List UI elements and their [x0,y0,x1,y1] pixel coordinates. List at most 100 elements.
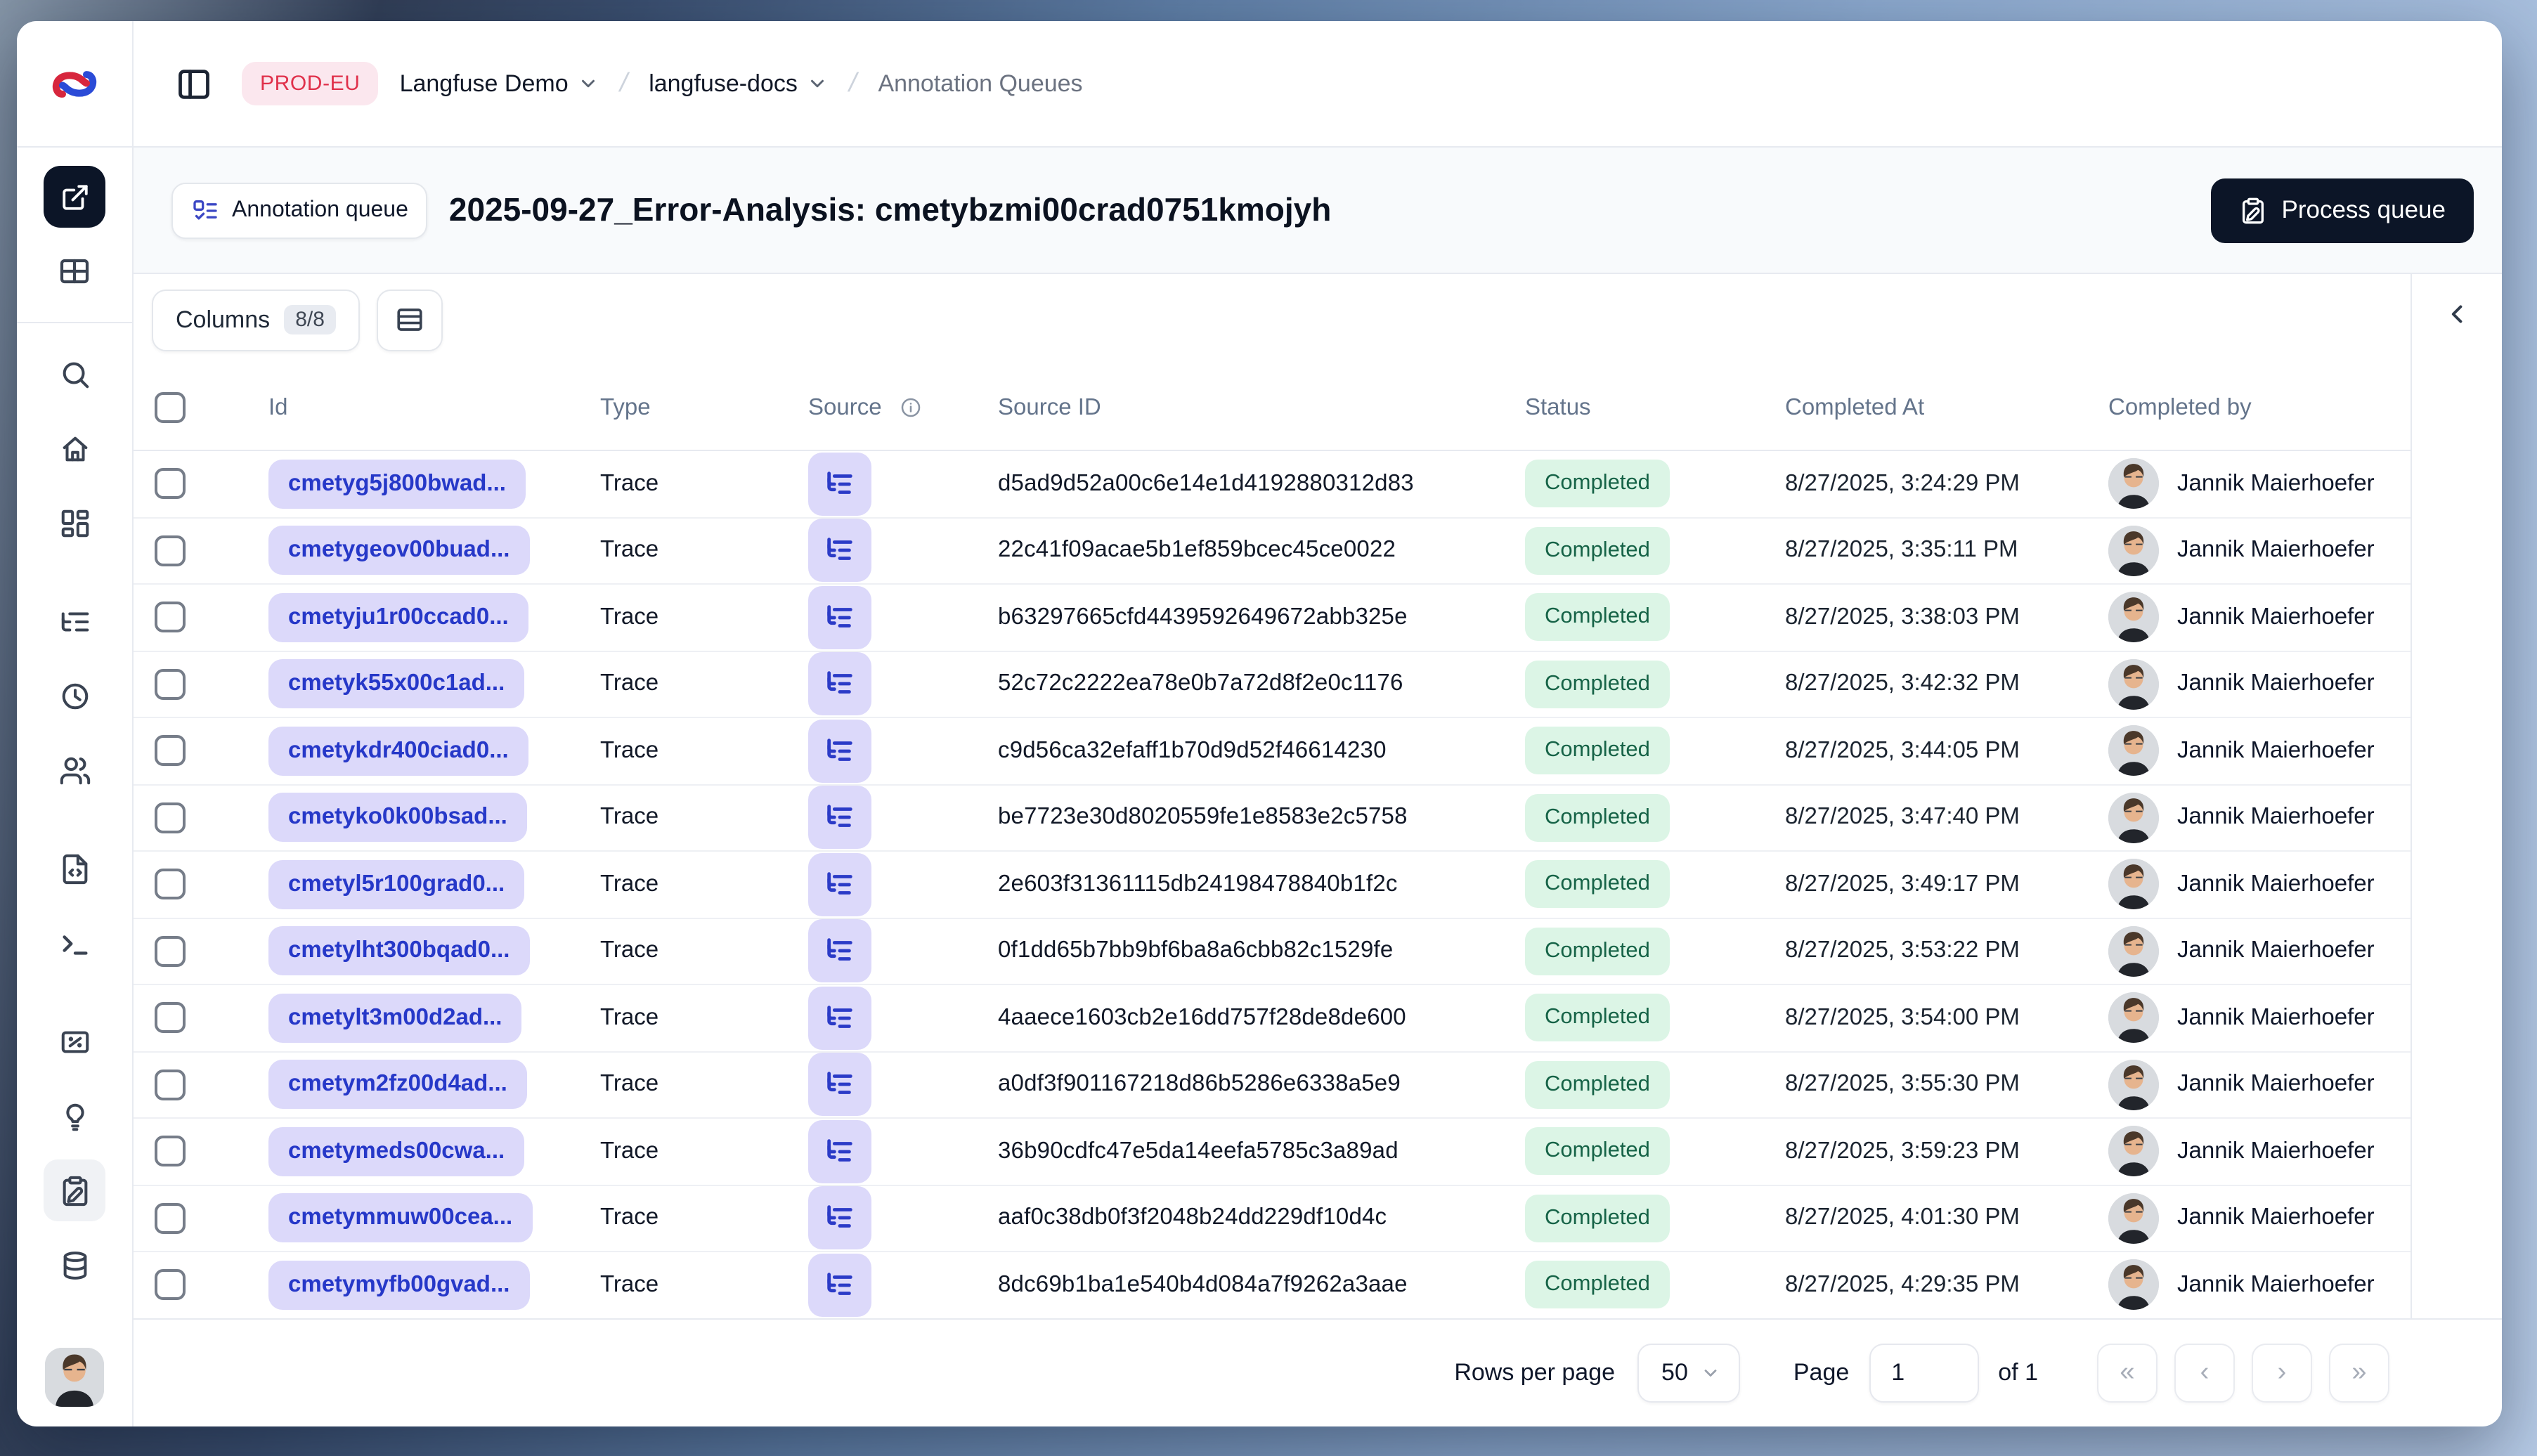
table-row[interactable]: cmetyju1r00ccad0... Trace b63297665cfd44… [134,585,2411,651]
sidebar-item-insights[interactable] [44,1085,105,1147]
trace-tree-icon[interactable] [808,452,871,516]
column-header-type[interactable]: Type [600,394,808,421]
table-row[interactable]: cmetyko0k00bsad... Trace be7723e30d80205… [134,785,2411,852]
collapse-panel-button[interactable] [2442,299,2472,329]
sidebar-item-annotation-queues[interactable] [44,1159,105,1221]
table-row[interactable]: cmetygeov00buad... Trace 22c41f09acae5b1… [134,518,2411,585]
table-row[interactable]: cmetymyfb00gvad... Trace 8dc69b1ba1e540b… [134,1252,2411,1318]
sidebar-item-tables[interactable] [44,240,105,302]
trace-tree-icon[interactable] [808,1119,871,1183]
column-header-source[interactable]: Source [808,394,998,421]
item-id-link[interactable]: cmetyl5r100grad0... [268,859,525,909]
row-height-button[interactable] [376,289,443,351]
sidebar-item-dashboards[interactable] [44,492,105,554]
table-row[interactable]: cmetyg5j800bwad... Trace d5ad9d52a00c6e1… [134,451,2411,518]
item-id-link[interactable]: cmetymyfb00gvad... [268,1260,530,1310]
item-id-link[interactable]: cmetyg5j800bwad... [268,459,526,509]
column-header-source-id[interactable]: Source ID [998,394,1525,421]
column-header-completed-by[interactable]: Completed by [2108,394,2411,421]
table-row[interactable]: cmetymeds00cwa... Trace 36b90cdfc47e5da1… [134,1119,2411,1185]
row-checkbox[interactable] [155,1002,186,1034]
sidebar-item-users[interactable] [44,739,105,801]
table-row[interactable]: cmetykdr400ciad0... Trace c9d56ca32efaff… [134,718,2411,785]
row-checkbox[interactable] [155,668,186,700]
trace-tree-icon[interactable] [808,986,871,1050]
column-header-status[interactable]: Status [1525,394,1785,421]
trace-tree-icon[interactable] [808,1253,871,1317]
source-id: d5ad9d52a00c6e14e1d4192880312d83 [998,470,1414,496]
table-row[interactable]: cmetym2fz00d4ad... Trace a0df3f901167218… [134,1052,2411,1119]
table-row[interactable]: cmetyk55x00c1ad... Trace 52c72c2222ea78e… [134,651,2411,718]
first-page-button[interactable]: « [2097,1343,2158,1403]
item-id-link[interactable]: cmetylt3m00d2ad... [268,993,522,1043]
completed-by-name: Jannik Maierhoefer [2177,1071,2375,1097]
row-checkbox[interactable] [155,869,186,900]
trace-tree-icon[interactable] [808,852,871,916]
row-checkbox[interactable] [155,602,186,633]
completed-by-name: Jannik Maierhoefer [2177,604,2375,630]
item-id-link[interactable]: cmetymmuw00cea... [268,1193,533,1243]
trace-tree-icon[interactable] [808,719,871,783]
source-id: 22c41f09acae5b1ef859bcec45ce0022 [998,537,1396,563]
completed-by-name: Jannik Maierhoefer [2177,1138,2375,1164]
next-page-button[interactable]: › [2252,1343,2312,1403]
sidebar-item-datasets[interactable] [44,1234,105,1296]
row-checkbox[interactable] [155,1269,186,1301]
item-id-link[interactable]: cmetygeov00buad... [268,526,530,576]
item-id-link[interactable]: cmetyju1r00ccad0... [268,592,528,642]
table-row[interactable]: cmetylt3m00d2ad... Trace 4aaece1603cb2e1… [134,985,2411,1052]
row-checkbox[interactable] [155,735,186,767]
sidebar-item-sessions[interactable] [44,665,105,727]
columns-button[interactable]: Columns 8/8 [152,289,360,351]
row-checkbox[interactable] [155,1136,186,1167]
sidebar-toggle-button[interactable] [167,57,221,110]
sidebar-item-search[interactable] [44,343,105,405]
item-id-link[interactable]: cmetykdr400ciad0... [268,726,528,776]
sidebar-item-home[interactable] [44,417,105,479]
sidebar-item-tracing[interactable] [44,590,105,652]
environment-badge[interactable]: PROD-EU [242,62,379,105]
breadcrumb-org[interactable]: Langfuse Demo [400,70,599,98]
item-id-link[interactable]: cmetylht300bqad0... [268,926,530,976]
trace-tree-icon[interactable] [808,1053,871,1117]
trace-tree-icon[interactable] [808,1186,871,1250]
item-id-link[interactable]: cmetyko0k00bsad... [268,793,527,843]
table-row[interactable]: cmetyl5r100grad0... Trace 2e603f31361115… [134,852,2411,918]
item-id-link[interactable]: cmetymeds00cwa... [268,1126,525,1176]
sidebar-item-open-external[interactable] [44,166,105,228]
trace-tree-icon[interactable] [808,919,871,983]
previous-page-button[interactable]: ‹ [2174,1343,2235,1403]
annotation-queue-type-badge[interactable]: Annotation queue [171,182,428,238]
process-queue-button[interactable]: Process queue [2211,178,2474,242]
column-header-completed-at[interactable]: Completed At [1785,394,2108,421]
completed-by-name: Jannik Maierhoefer [2177,1204,2375,1230]
sidebar-item-evaluation[interactable] [44,1010,105,1072]
item-id-link[interactable]: cmetym2fz00d4ad... [268,1060,527,1110]
row-checkbox[interactable] [155,468,186,500]
langfuse-logo[interactable] [17,21,134,146]
item-id-link[interactable]: cmetyk55x00c1ad... [268,659,525,709]
column-header-id[interactable]: Id [268,394,600,421]
rows-per-page-select[interactable]: 50 [1637,1343,1740,1403]
user-avatar[interactable] [45,1348,104,1407]
trace-tree-icon[interactable] [808,786,871,850]
last-page-button[interactable]: » [2329,1343,2389,1403]
row-checkbox[interactable] [155,1202,186,1234]
row-checkbox[interactable] [155,802,186,833]
row-checkbox[interactable] [155,535,186,566]
row-checkbox[interactable] [155,1069,186,1100]
trace-tree-icon[interactable] [808,519,871,583]
page-number-input[interactable] [1869,1343,1979,1403]
completed-by-avatar [2108,859,2159,910]
table-row[interactable]: cmetylht300bqad0... Trace 0f1dd65b7bb9bf… [134,918,2411,985]
table-row[interactable]: cmetymmuw00cea... Trace aaf0c38db0f3f204… [134,1185,2411,1252]
info-icon[interactable] [900,396,923,419]
external-link-icon [62,184,87,209]
sidebar-item-playground[interactable] [44,912,105,974]
select-all-checkbox[interactable] [155,392,186,423]
trace-tree-icon[interactable] [808,585,871,649]
breadcrumb-project[interactable]: langfuse-docs [649,70,829,98]
trace-tree-icon[interactable] [808,652,871,716]
sidebar-item-prompts[interactable] [44,838,105,899]
row-checkbox[interactable] [155,935,186,967]
